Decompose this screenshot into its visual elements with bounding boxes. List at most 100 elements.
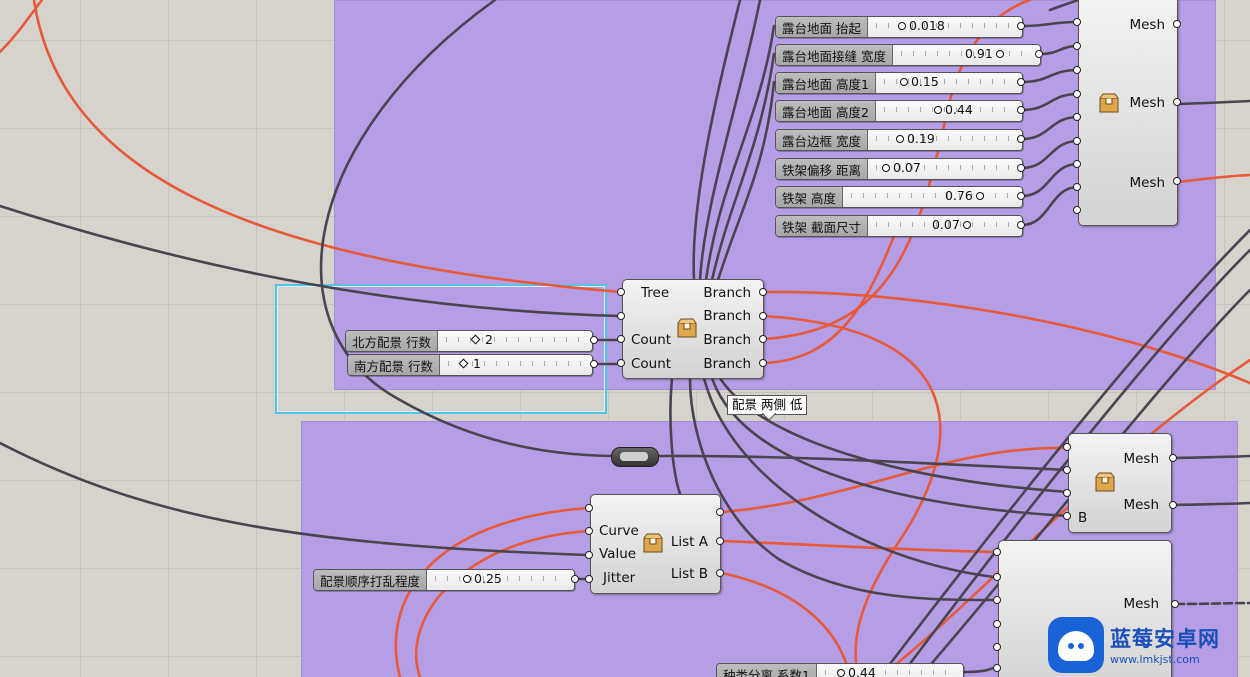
slider-frame-section[interactable]: 铁架 截面尺寸 0.07 (775, 215, 1023, 237)
slider-knob[interactable] (962, 220, 971, 229)
slider-knob[interactable] (463, 574, 472, 583)
cluster-jitter[interactable]: Curve Value Jitter List A List B (590, 494, 721, 594)
port-in[interactable] (617, 288, 625, 296)
port-out[interactable] (716, 537, 724, 545)
port-in[interactable] (585, 504, 593, 512)
slider-track[interactable]: 0.07 (867, 159, 1022, 179)
port-in[interactable] (993, 596, 1001, 604)
port-out[interactable] (716, 508, 724, 516)
port-out[interactable] (1173, 20, 1181, 28)
slider-track[interactable]: 0.07 (867, 216, 1022, 236)
port-in[interactable] (1063, 443, 1071, 451)
slider-track[interactable]: 0.44 (816, 664, 963, 677)
port-out[interactable] (1173, 98, 1181, 106)
slider-knob[interactable] (470, 334, 481, 345)
slider-knob[interactable] (458, 358, 469, 369)
port-out[interactable] (1171, 600, 1179, 608)
slider-jitter-amount[interactable]: 配景顺序打乱程度 0.25 (313, 569, 575, 591)
port-out[interactable] (716, 569, 724, 577)
slider-knob[interactable] (995, 49, 1004, 58)
slider-terrace-height2[interactable]: 露台地面 高度2 0.44 (775, 100, 1023, 122)
port-out[interactable] (1017, 106, 1025, 114)
slider-track[interactable]: 0.25 (427, 570, 574, 590)
port-out[interactable] (759, 359, 767, 367)
slider-value-wrap: 2 (470, 332, 493, 347)
slider-track[interactable]: 0.018 (867, 17, 1022, 37)
cluster-mid[interactable]: Mesh Mesh B (1068, 433, 1172, 533)
port-out[interactable] (590, 360, 598, 368)
slider-value-wrap: 0.15 (899, 74, 939, 89)
port-in[interactable] (1073, 42, 1081, 50)
port-in[interactable] (993, 664, 1001, 672)
slider-knob[interactable] (975, 191, 984, 200)
port-in[interactable] (585, 551, 593, 559)
slider-terrace-joint-width[interactable]: 露台地面接缝 宽度 0.91 (775, 44, 1041, 66)
slider-north-rows[interactable]: 北方配景 行数 2 (345, 330, 593, 352)
port-in[interactable] (1073, 206, 1081, 214)
port-out[interactable] (759, 288, 767, 296)
port-in[interactable] (1073, 18, 1081, 26)
slider-knob[interactable] (881, 163, 890, 172)
port-out[interactable] (1017, 78, 1025, 86)
port-in[interactable] (585, 527, 593, 535)
slider-frame-offset[interactable]: 铁架偏移 距离 0.07 (775, 158, 1023, 180)
output-mesh-2: Mesh (1123, 497, 1159, 513)
port-out[interactable] (1035, 50, 1043, 58)
port-in[interactable] (1063, 466, 1071, 474)
port-in[interactable] (1073, 137, 1081, 145)
slider-terrace-height1[interactable]: 露台地面 高度1 0.15 (775, 72, 1023, 94)
port-out[interactable] (759, 312, 767, 320)
port-in[interactable] (1073, 90, 1081, 98)
port-out[interactable] (590, 336, 598, 344)
slider-track[interactable]: 0.19 (867, 130, 1022, 150)
slider-track[interactable]: 0.91 (892, 45, 1040, 65)
port-out[interactable] (1017, 135, 1025, 143)
port-in[interactable] (1063, 489, 1071, 497)
port-in[interactable] (617, 359, 625, 367)
slider-knob[interactable] (836, 668, 845, 677)
relay-node[interactable] (611, 447, 659, 467)
output-branch-4: Branch (703, 356, 751, 372)
port-out[interactable] (759, 335, 767, 343)
port-in[interactable] (1073, 160, 1081, 168)
port-in[interactable] (617, 312, 625, 320)
port-in[interactable] (585, 575, 593, 583)
grasshopper-canvas[interactable]: 露台地面 抬起 0.018 露台地面接缝 宽度 0.91 露台地面 高度1 0.… (0, 0, 1250, 677)
port-out[interactable] (571, 575, 579, 583)
slider-track[interactable]: 0.76 (842, 187, 1022, 207)
port-in[interactable] (993, 573, 1001, 581)
port-out[interactable] (1017, 192, 1025, 200)
slider-knob[interactable] (899, 77, 908, 86)
slider-terrace-lift[interactable]: 露台地面 抬起 0.018 (775, 16, 1023, 38)
slider-track[interactable]: 0.44 (875, 101, 1022, 121)
port-in[interactable] (1073, 113, 1081, 121)
slider-knob[interactable] (897, 21, 906, 30)
port-in[interactable] (617, 335, 625, 343)
slider-terrace-border-width[interactable]: 露台边框 宽度 0.19 (775, 129, 1023, 151)
port-out[interactable] (1017, 164, 1025, 172)
slider-label: 铁架 截面尺寸 (776, 216, 868, 236)
port-in[interactable] (993, 643, 1001, 651)
port-in[interactable] (1073, 183, 1081, 191)
port-out[interactable] (1169, 501, 1177, 509)
slider-frame-height[interactable]: 铁架 高度 0.76 (775, 186, 1023, 208)
slider-category-separation[interactable]: 种类分离 系数1 0.44 (716, 663, 964, 677)
slider-track[interactable]: 2 (437, 331, 592, 351)
slider-value-wrap: 0.25 (463, 571, 502, 586)
slider-track[interactable]: 0.15 (875, 73, 1022, 93)
cluster-top[interactable]: Mesh Mesh Mesh (1078, 0, 1178, 226)
slider-south-rows[interactable]: 南方配景 行数 1 (347, 354, 593, 376)
port-out[interactable] (1017, 221, 1025, 229)
cluster-branch[interactable]: Tree Count Count Branch Branch Branch Br… (622, 279, 764, 379)
slider-label: 配景顺序打乱程度 (314, 570, 428, 590)
port-in[interactable] (993, 620, 1001, 628)
port-out[interactable] (1169, 454, 1177, 462)
slider-knob[interactable] (895, 134, 904, 143)
port-out[interactable] (1017, 22, 1025, 30)
slider-track[interactable]: 1 (439, 355, 592, 375)
port-in[interactable] (993, 548, 1001, 556)
port-in[interactable] (1073, 66, 1081, 74)
port-out[interactable] (1173, 177, 1181, 185)
slider-knob[interactable] (933, 105, 942, 114)
port-in[interactable] (1063, 512, 1071, 520)
